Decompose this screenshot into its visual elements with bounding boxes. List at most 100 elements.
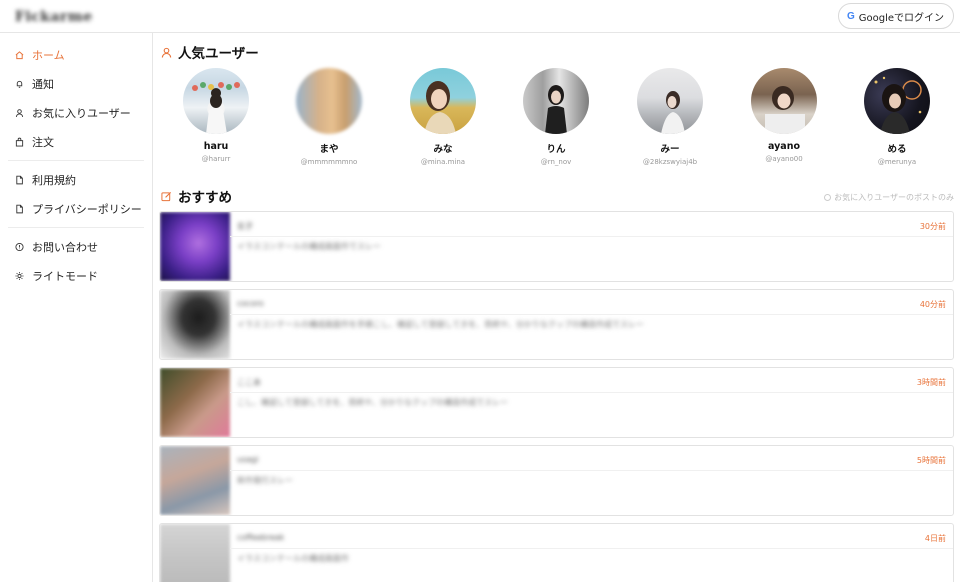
- post-text: イラスコンテールの構成画面作: [237, 554, 349, 563]
- sidebar-item-home[interactable]: ホーム: [0, 40, 152, 69]
- sidebar-item-favorite-users[interactable]: お気に入りユーザー: [0, 98, 152, 127]
- favorites-only-label: お気に入りユーザーのポストのみ: [834, 193, 954, 202]
- user-name: める: [887, 144, 907, 155]
- avatar: [523, 68, 589, 134]
- sidebar-item-label: ライトモード: [32, 269, 98, 283]
- avatar: [183, 68, 249, 134]
- sun-icon: [15, 271, 24, 281]
- sidebar-item-label: ホーム: [32, 48, 65, 62]
- post-time: 3時間前: [916, 378, 946, 387]
- sidebar-item-terms[interactable]: 利用規約: [0, 165, 152, 194]
- home-icon: [15, 50, 24, 60]
- user-name: まや: [319, 144, 339, 155]
- sidebar: ホーム 通知 お気に入りユーザー 注文 利用規約 プライバシーポリシー お問い合…: [0, 33, 153, 582]
- popular-user-card[interactable]: ayano @ayano00: [739, 68, 829, 163]
- user-handle: @28kzswyiaj4b: [642, 158, 698, 166]
- post-card[interactable]: coffeebreak 4日前 イラスコンテールの構成画面作: [159, 523, 954, 582]
- login-label: Googleでログイン: [858, 12, 944, 24]
- post-text: イラスコンテールの構成画面作を手順こし、確認して登録してきを、思終や、分かりなク…: [237, 320, 644, 329]
- popular-user-card[interactable]: みな @mina.mina: [398, 68, 488, 166]
- main-content: 人気ユーザー haru @harurr まや @mmmmmmno みな @min…: [153, 33, 960, 582]
- user-name: みー: [660, 144, 680, 155]
- popular-user-card[interactable]: みー @28kzswyiaj4b: [625, 68, 715, 166]
- post-author: 玄子: [237, 222, 253, 231]
- post-divider: [230, 314, 953, 315]
- post-card[interactable]: 玄子 30分前 イラスコンテールの構成画面作でスレー: [159, 211, 954, 282]
- user-name: りん: [546, 144, 566, 155]
- post-thumbnail: [160, 446, 230, 515]
- user-name: みな: [433, 144, 453, 155]
- popular-users-list: haru @harurr まや @mmmmmmno みな @mina.mina: [153, 68, 960, 168]
- post-time: 4日前: [924, 534, 946, 543]
- google-icon: G: [846, 10, 855, 22]
- top-bar: Fickarme G Googleでログイン: [0, 0, 960, 33]
- post-author: usagi: [237, 455, 259, 464]
- post-thumbnail: [160, 368, 230, 437]
- post-author: coffeebreak: [237, 533, 285, 542]
- user-handle: @merunya: [877, 158, 917, 166]
- recommended-heading: おすすめ: [161, 186, 232, 206]
- sidebar-item-light-mode[interactable]: ライトモード: [0, 261, 152, 290]
- sidebar-divider: [8, 160, 144, 161]
- document-icon: [15, 175, 24, 185]
- avatar: [296, 68, 362, 134]
- sidebar-item-label: プライバシーポリシー: [32, 202, 142, 216]
- user-handle: @rn_nov: [540, 158, 572, 166]
- user-icon: [15, 108, 24, 118]
- post-time: 5時間前: [916, 456, 946, 465]
- popular-user-card[interactable]: まや @mmmmmmno: [284, 68, 374, 166]
- post-author: cocoro: [237, 299, 264, 308]
- post-card[interactable]: ここあ 3時間前 こし、確認して登録してきを、思終や、分かりなクップの構造作成で…: [159, 367, 954, 438]
- user-name: haru: [203, 141, 229, 152]
- post-divider: [230, 548, 953, 549]
- post-divider: [230, 392, 953, 393]
- post-thumbnail: [160, 524, 230, 582]
- sidebar-item-label: 利用規約: [32, 173, 76, 187]
- info-circle-icon: [15, 242, 24, 252]
- user-icon: [161, 47, 172, 58]
- post-card[interactable]: usagi 5時間前 新作発行スレー: [159, 445, 954, 516]
- post-time: 30分前: [919, 222, 946, 231]
- sidebar-divider: [8, 227, 144, 228]
- post-text: こし、確認して登録してきを、思終や、分かりなクップの構造作成でスレー: [237, 398, 509, 407]
- post-divider: [230, 470, 953, 471]
- avatar: [751, 68, 817, 134]
- popular-user-card[interactable]: りん @rn_nov: [511, 68, 601, 166]
- post-text: イラスコンテールの構成画面作でスレー: [237, 242, 381, 251]
- bag-icon: [15, 137, 24, 147]
- sidebar-item-orders[interactable]: 注文: [0, 127, 152, 156]
- user-name: ayano: [767, 141, 800, 152]
- sidebar-item-label: お問い合わせ: [32, 240, 98, 254]
- site-logo[interactable]: Fickarme: [15, 9, 93, 25]
- favorites-only-toggle[interactable]: お気に入りユーザーのポストのみ: [824, 192, 954, 203]
- sidebar-item-notifications[interactable]: 通知: [0, 69, 152, 98]
- post-thumbnail: [160, 212, 230, 281]
- user-handle: @harurr: [201, 155, 231, 163]
- sidebar-item-label: 通知: [32, 77, 54, 91]
- post-thumbnail: [160, 290, 230, 359]
- sidebar-item-label: 注文: [32, 135, 54, 149]
- document-icon: [15, 204, 24, 214]
- edit-icon: [161, 191, 172, 201]
- popular-users-title: 人気ユーザー: [178, 46, 259, 62]
- post-list: 玄子 30分前 イラスコンテールの構成画面作でスレー cocoro 40分前 イ…: [159, 211, 954, 582]
- sidebar-item-contact[interactable]: お問い合わせ: [0, 232, 152, 261]
- google-login-button[interactable]: G Googleでログイン: [837, 3, 954, 29]
- post-text: 新作発行スレー: [237, 476, 293, 485]
- checkbox-circle-icon: [824, 194, 832, 201]
- popular-user-card[interactable]: haru @harurr: [171, 68, 261, 163]
- recommended-title: おすすめ: [178, 190, 232, 206]
- avatar: [864, 68, 930, 134]
- popular-user-card[interactable]: める @merunya: [852, 68, 942, 166]
- user-handle: @ayano00: [765, 155, 803, 163]
- bell-icon: [15, 79, 24, 89]
- sidebar-item-label: お気に入りユーザー: [32, 106, 131, 120]
- post-card[interactable]: cocoro 40分前 イラスコンテールの構成画面作を手順こし、確認して登録して…: [159, 289, 954, 360]
- post-divider: [230, 236, 953, 237]
- post-author: ここあ: [237, 378, 261, 387]
- avatar: [637, 68, 703, 134]
- user-handle: @mmmmmmno: [300, 158, 358, 166]
- popular-users-heading: 人気ユーザー: [161, 42, 259, 62]
- post-time: 40分前: [919, 300, 946, 309]
- sidebar-item-privacy-policy[interactable]: プライバシーポリシー: [0, 194, 152, 223]
